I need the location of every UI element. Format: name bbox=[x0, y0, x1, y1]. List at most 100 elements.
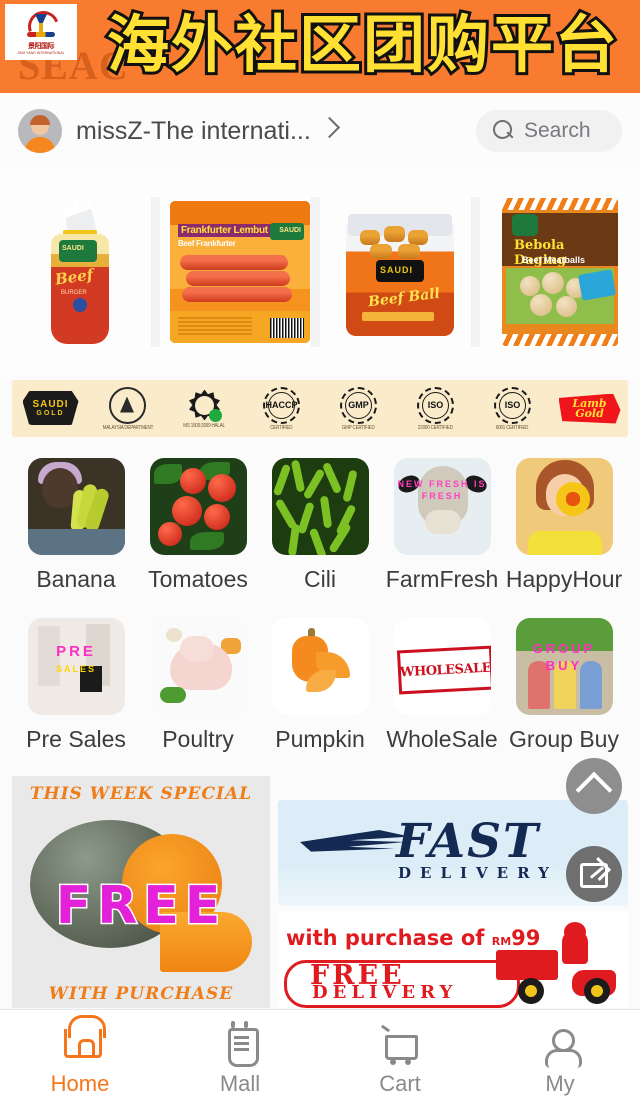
category-group-buy[interactable]: GROUP BUY Group Buy bbox=[509, 618, 619, 753]
carousel-item-2[interactable]: Frankfurter Lembut Beef Frankfurter SAUDI bbox=[160, 169, 320, 375]
category-label: FarmFresh bbox=[385, 566, 499, 592]
mall-icon bbox=[219, 1021, 261, 1067]
cert-lamb-gold: Lamb Gold bbox=[557, 393, 623, 424]
product-image-bebola-daging: Bebola Daging Beef Meatballs bbox=[502, 198, 618, 346]
product-image-frankfurter: Frankfurter Lembut Beef Frankfurter SAUDI bbox=[170, 201, 310, 343]
product-image-beef-burger: SAUDI Beef BURGER bbox=[49, 198, 111, 346]
avatar[interactable] bbox=[18, 109, 62, 153]
scooter-box bbox=[496, 950, 558, 980]
scooter-wheel-rear bbox=[518, 978, 544, 1004]
wholesale-overlay-text: WHOLESALE bbox=[399, 660, 491, 680]
cert-iso-22000: ISO 22000 CERTIFIED bbox=[403, 386, 469, 431]
category-pumpkin[interactable]: Pumpkin bbox=[268, 618, 372, 753]
category-poultry[interactable]: Poultry bbox=[146, 618, 250, 753]
tab-label: My bbox=[545, 1071, 575, 1096]
overlay-title: 海外社区团购平台 bbox=[104, 8, 620, 81]
tab-label: Mall bbox=[219, 1071, 261, 1096]
delivery-amount: 99 bbox=[511, 926, 541, 950]
cili-category-image bbox=[271, 458, 369, 555]
search-input[interactable]: Search bbox=[476, 110, 622, 152]
logo-emblem-icon bbox=[22, 5, 65, 47]
groupbuy-overlay-text: GROUP BUY bbox=[532, 641, 596, 673]
cert-halal-ms1500: MS 1500:2009 HALAL bbox=[172, 389, 238, 429]
fast-subtitle: DELIVERY bbox=[398, 864, 558, 882]
category-farmfresh[interactable]: NEW FRESH IS FRESH FarmFresh bbox=[386, 458, 498, 593]
cert-haccp: HACCP CERTIFIED bbox=[249, 386, 315, 431]
app-root: SEAC 景阳国际 JING YANG INTERNATIONAL 海外社区团购… bbox=[0, 0, 640, 1106]
tab-cart[interactable]: Cart bbox=[320, 1010, 480, 1106]
user-name[interactable]: missZ-The internati... bbox=[76, 117, 311, 146]
category-cili[interactable]: Cili bbox=[268, 458, 372, 593]
share-icon bbox=[580, 856, 612, 888]
user-icon bbox=[539, 1025, 582, 1068]
bottom-tab-bar: Home Mall Cart My bbox=[0, 1009, 640, 1106]
category-tomatoes[interactable]: Tomatoes bbox=[146, 458, 250, 593]
user-header-row: missZ-The internati... Search bbox=[0, 93, 640, 169]
home-icon bbox=[59, 1015, 106, 1067]
cert-iso-9001: ISO 9001 CERTIFIED bbox=[480, 386, 546, 431]
chevron-right-icon[interactable] bbox=[318, 116, 341, 139]
cart-icon bbox=[379, 1024, 421, 1067]
category-banana[interactable]: Banana bbox=[24, 458, 128, 593]
cert-gmp: GMP GMP CERTIFIED bbox=[326, 386, 392, 431]
delivery-delivery-text: DELIVERY bbox=[312, 982, 458, 1003]
tab-mall[interactable]: Mall bbox=[160, 1010, 320, 1106]
wholesale-category-image: WHOLESALE bbox=[393, 618, 491, 715]
promo-free-delivery[interactable]: with purchase of RM99 FREE DELIVERY bbox=[278, 912, 628, 1008]
delivery-line1: with purchase of bbox=[286, 926, 492, 950]
category-label: Pumpkin bbox=[275, 726, 365, 752]
promo-weekly-special[interactable]: THIS WEEK SPECIAL FREE WITH PURCHASE bbox=[12, 776, 270, 1008]
carousel-item-4[interactable]: Bebola Daging Beef Meatballs bbox=[480, 169, 640, 375]
product-carousel[interactable]: SAUDI Beef BURGER Frankfurter Lembut Beef … bbox=[0, 169, 640, 375]
category-label: HappyHour bbox=[505, 566, 623, 592]
delivery-condition-text: with purchase of RM99 bbox=[286, 926, 540, 950]
wing-icon bbox=[300, 830, 410, 852]
presales-overlay-text: PRE bbox=[56, 643, 96, 660]
search-placeholder: Search bbox=[524, 119, 591, 142]
category-row-1: Banana Tomatoes Cili NEW FRESH IS FRESH … bbox=[24, 458, 622, 593]
tab-label: Home bbox=[50, 1071, 110, 1096]
presales-category-image: PRE SALES bbox=[27, 618, 125, 715]
tomatoes-category-image bbox=[149, 458, 247, 555]
category-pre-sales[interactable]: PRE SALES Pre Sales bbox=[24, 618, 128, 753]
cert-halal-malaysia: MALAYSIA DEPARTMENT bbox=[95, 386, 161, 431]
farmfresh-overlay-text: NEW FRESH IS FRESH bbox=[397, 479, 487, 501]
product-image-beef-ball: SAUDI Beef Ball bbox=[346, 208, 454, 336]
tab-my[interactable]: My bbox=[480, 1010, 640, 1106]
category-label: Cili bbox=[304, 566, 336, 592]
logo-en-text: JING YANG INTERNATIONAL bbox=[17, 50, 65, 55]
fast-title: FAST bbox=[396, 814, 540, 869]
groupbuy-category-image: GROUP BUY bbox=[515, 618, 613, 715]
category-wholesale[interactable]: WHOLESALE WholeSale bbox=[386, 618, 498, 753]
happyhour-category-image bbox=[515, 458, 613, 555]
category-label: Pre Sales bbox=[26, 726, 126, 752]
category-label: Tomatoes bbox=[148, 566, 248, 592]
scooter-wheel-front bbox=[584, 978, 610, 1004]
pumpkin-category-image bbox=[271, 618, 369, 715]
scroll-to-top-button[interactable] bbox=[566, 758, 622, 814]
presales-overlay-text-2: SALES bbox=[55, 664, 96, 674]
category-label: Group Buy bbox=[509, 726, 619, 752]
certification-strip: SAUDI GOLD MALAYSIA DEPARTMENT MS 1500:20… bbox=[12, 380, 628, 437]
poultry-category-image bbox=[149, 618, 247, 715]
brand-logo: 景阳国际 JING YANG INTERNATIONAL bbox=[5, 4, 77, 60]
promo-main-text: FREE bbox=[54, 875, 227, 938]
promo-bottom-text: WITH PURCHASE bbox=[48, 984, 234, 1004]
category-happyhour[interactable]: HappyHour bbox=[506, 458, 622, 593]
banana-category-image bbox=[27, 458, 125, 555]
category-label: Poultry bbox=[162, 726, 234, 752]
search-icon bbox=[493, 120, 515, 142]
carousel-item-1[interactable]: SAUDI Beef BURGER bbox=[0, 169, 160, 375]
tab-home[interactable]: Home bbox=[0, 1010, 160, 1106]
category-row-2: PRE SALES Pre Sales Poultry Pumpkin WHOL… bbox=[24, 618, 619, 753]
cert-saudi-gold: SAUDI GOLD bbox=[18, 391, 84, 426]
currency-label: RM bbox=[491, 935, 512, 948]
carousel-item-3[interactable]: SAUDI Beef Ball bbox=[320, 169, 480, 375]
chevron-up-icon bbox=[575, 771, 613, 809]
farmfresh-category-image: NEW FRESH IS FRESH bbox=[393, 458, 491, 555]
category-label: Banana bbox=[36, 566, 116, 592]
scooter-helmet bbox=[564, 922, 586, 942]
category-label: WholeSale bbox=[386, 726, 498, 752]
share-button[interactable] bbox=[566, 846, 622, 902]
tab-label: Cart bbox=[379, 1071, 421, 1096]
